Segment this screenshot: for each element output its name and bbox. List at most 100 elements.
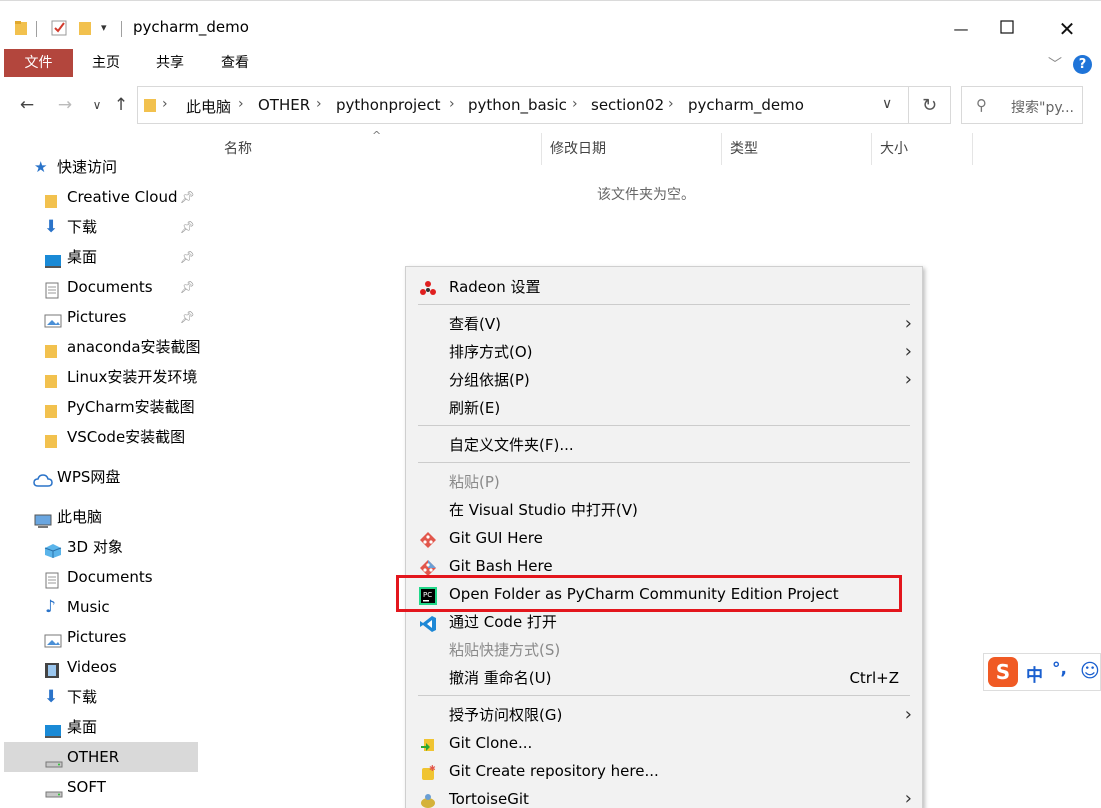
sidebar-item-downloads[interactable]: ⬇ 下载 📌︎ <box>0 212 200 242</box>
menu-item-customize[interactable]: 自定义文件夹(F)... <box>406 431 922 459</box>
up-button[interactable]: ↑ <box>110 94 132 116</box>
column-divider[interactable] <box>871 133 872 165</box>
tab-share[interactable]: 共享 <box>142 49 198 77</box>
tab-view[interactable]: 查看 <box>207 49 263 77</box>
menu-item-view[interactable]: 查看(V) › <box>406 310 922 338</box>
menu-item-undo-rename[interactable]: 撤消 重命名(U) Ctrl+Z <box>406 664 922 692</box>
menu-item-paste-shortcut[interactable]: 粘贴快捷方式(S) <box>406 636 922 664</box>
column-divider[interactable] <box>972 133 973 165</box>
column-type[interactable]: 类型 <box>730 139 758 163</box>
sogou-logo-icon[interactable]: S <box>988 657 1018 687</box>
column-date[interactable]: 修改日期 <box>550 139 606 163</box>
sidebar-item-pc-desktop[interactable]: 桌面 <box>0 712 200 742</box>
menu-separator <box>418 304 910 305</box>
new-folder-icon[interactable] <box>78 19 92 39</box>
svg-text:✱: ✱ <box>429 764 436 773</box>
menu-item-paste[interactable]: 粘贴(P) <box>406 468 922 496</box>
document-icon <box>45 279 61 299</box>
address-bar[interactable]: › 此电脑 › OTHER › pythonproject › python_b… <box>137 86 909 124</box>
menu-item-open-visual-studio[interactable]: 在 Visual Studio 中打开(V) <box>406 496 922 524</box>
sidebar-item-documents[interactable]: Documents 📌︎ <box>0 272 200 302</box>
refresh-button[interactable]: ↻ <box>909 86 951 124</box>
sidebar-item-linux[interactable]: Linux安装开发环境 <box>0 362 200 392</box>
sidebar-item-pc-downloads[interactable]: ⬇ 下载 <box>0 682 200 712</box>
sidebar-item-this-pc[interactable]: 此电脑 <box>0 502 200 532</box>
sidebar-item-pc-pictures[interactable]: Pictures <box>0 622 200 652</box>
close-button[interactable]: ✕ <box>1044 6 1090 52</box>
menu-item-sort[interactable]: 排序方式(O) › <box>406 338 922 366</box>
tab-home[interactable]: 主页 <box>78 49 134 77</box>
breadcrumb-chevron-icon[interactable]: › <box>238 96 244 112</box>
sidebar-item-other[interactable]: OTHER <box>4 742 198 772</box>
breadcrumb-chevron-icon[interactable]: › <box>572 96 578 112</box>
menu-item-git-create[interactable]: ✱ Git Create repository here... <box>406 757 922 785</box>
sidebar-item-pc-documents[interactable]: Documents <box>0 562 200 592</box>
sidebar-item-wps[interactable]: WPS网盘 <box>0 462 200 492</box>
sidebar-item-creative-cloud[interactable]: Creative Cloud 📌︎ <box>0 182 200 212</box>
column-divider[interactable] <box>721 133 722 165</box>
breadcrumb-this-pc[interactable]: 此电脑 <box>186 96 231 117</box>
recent-locations-button[interactable]: ∨ <box>86 94 108 116</box>
sidebar-item-label: 此电脑 <box>57 508 103 526</box>
search-box[interactable]: ⚲ 搜索"py... <box>961 86 1083 124</box>
column-name[interactable]: 名称 <box>224 139 252 163</box>
breadcrumb-chevron-icon[interactable]: › <box>668 96 674 112</box>
column-size[interactable]: 大小 <box>880 139 908 163</box>
sidebar-item-videos[interactable]: Videos <box>0 652 200 682</box>
column-divider[interactable] <box>541 133 542 165</box>
qat-dropdown-icon[interactable]: ▾ <box>101 21 107 34</box>
menu-item-git-gui[interactable]: Git GUI Here <box>406 524 922 552</box>
tab-file[interactable]: 文件 <box>4 49 73 77</box>
chevron-down-icon[interactable]: ﹀ <box>1048 54 1062 74</box>
breadcrumb-pythonproject[interactable]: pythonproject <box>336 96 441 114</box>
sidebar-item-pictures[interactable]: Pictures 📌︎ <box>0 302 200 332</box>
sidebar-item-vscode[interactable]: VSCode安装截图 <box>0 422 200 452</box>
up-arrow-icon: ↑ <box>113 95 129 115</box>
folder-icon <box>143 96 157 118</box>
breadcrumb-chevron-icon[interactable]: › <box>449 96 455 112</box>
sidebar-item-soft[interactable]: SOFT <box>0 772 200 802</box>
menu-item-label: 通过 Code 打开 <box>449 613 557 631</box>
sidebar-item-label: Linux安装开发环境 <box>67 368 198 386</box>
menu-item-group[interactable]: 分组依据(P) › <box>406 366 922 394</box>
minimize-button[interactable]: — <box>938 6 984 52</box>
search-icon: ⚲ <box>976 96 987 114</box>
breadcrumb-python-basic[interactable]: python_basic <box>468 96 567 114</box>
menu-item-grant-access[interactable]: 授予访问权限(G) › <box>406 701 922 729</box>
ime-mode[interactable]: 中 <box>1026 661 1043 686</box>
breadcrumb-other[interactable]: OTHER <box>258 96 310 114</box>
sidebar-item-desktop[interactable]: 桌面 📌︎ <box>0 242 200 272</box>
chevron-right-icon: › <box>904 369 912 390</box>
menu-item-open-vscode[interactable]: 通过 Code 打开 <box>406 608 922 636</box>
minimize-icon: — <box>953 20 969 38</box>
menu-item-shortcut: Ctrl+Z <box>849 669 899 687</box>
sidebar-item-3d-objects[interactable]: 3D 对象 <box>0 532 200 562</box>
menu-item-radeon[interactable]: Radeon 设置 <box>406 273 922 301</box>
menu-item-git-clone[interactable]: Git Clone... <box>406 729 922 757</box>
smiley-icon[interactable]: ☺ <box>1080 660 1100 682</box>
desktop-icon <box>44 249 61 268</box>
breadcrumb-chevron-icon[interactable]: › <box>316 96 322 112</box>
breadcrumb-section02[interactable]: section02 <box>591 96 664 114</box>
chevron-down-icon[interactable]: ∨ <box>882 96 892 112</box>
pictures-icon <box>44 629 62 648</box>
breadcrumb-chevron-icon[interactable]: › <box>162 96 168 112</box>
forward-button[interactable]: → <box>54 94 76 116</box>
properties-icon[interactable] <box>51 19 69 39</box>
sidebar-item-anaconda[interactable]: anaconda安装截图 <box>0 332 200 362</box>
music-note-icon: ♪ <box>45 597 56 617</box>
ime-toolbar: S 中 °, ☺ <box>983 653 1101 691</box>
sidebar-item-label: Documents <box>67 278 153 296</box>
maximize-button[interactable] <box>984 6 1030 52</box>
breadcrumb-pycharm-demo[interactable]: pycharm_demo <box>688 96 804 114</box>
sidebar-item-label: Documents <box>67 568 153 586</box>
sidebar-item-pycharm[interactable]: PyCharm安装截图 <box>0 392 200 422</box>
menu-item-tortoisegit[interactable]: TortoiseGit › <box>406 785 922 808</box>
ime-punctuation[interactable]: °, <box>1052 659 1067 679</box>
sidebar-item-quick-access[interactable]: ★ 快速访问 <box>0 152 200 182</box>
menu-item-refresh[interactable]: 刷新(E) <box>406 394 922 422</box>
help-icon[interactable]: ? <box>1073 55 1092 74</box>
explorer-window: ▾ pycharm_demo — ✕ 文件 主页 共享 查看 ﹀ ? ← → ∨… <box>0 0 1101 808</box>
sidebar-item-music[interactable]: ♪ Music <box>0 592 200 622</box>
back-button[interactable]: ← <box>16 94 38 116</box>
